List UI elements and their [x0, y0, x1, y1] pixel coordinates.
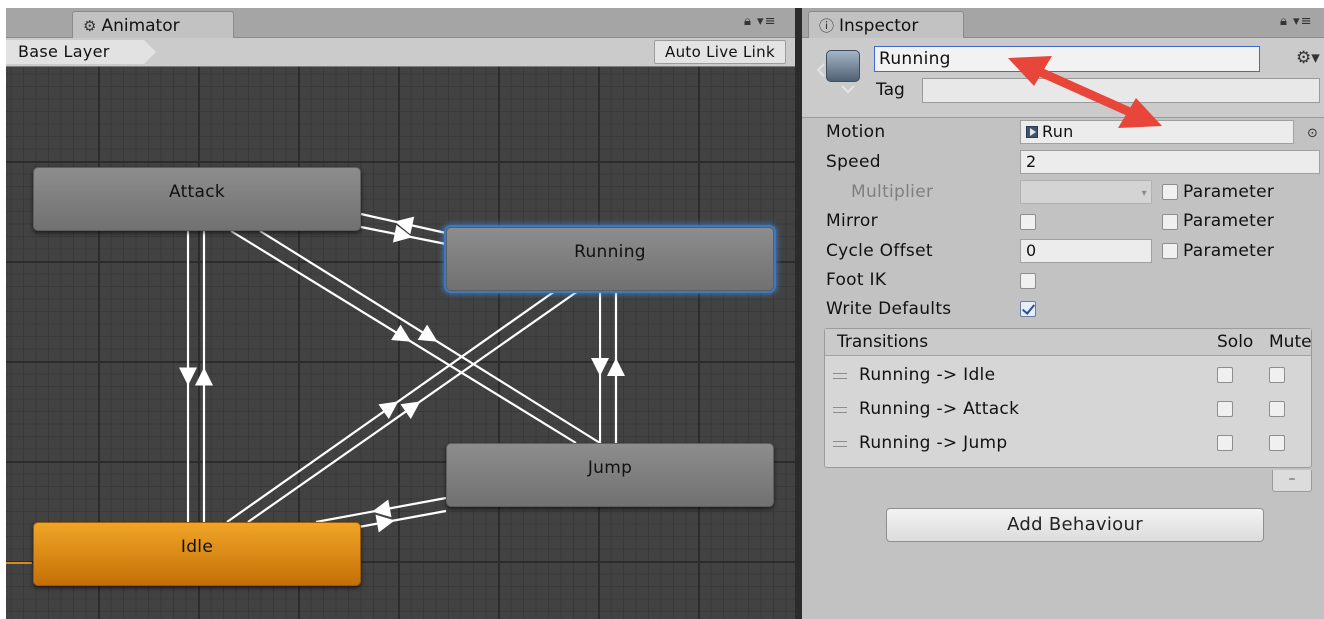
- multiplier-parameter-checkbox[interactable]: [1162, 184, 1178, 200]
- write-defaults-checkbox[interactable]: [1020, 301, 1036, 317]
- transition-arrowhead: [417, 324, 438, 342]
- inspector-tab[interactable]: ⓘ Inspector: [808, 11, 964, 39]
- animator-tab-bar: ⚙︎ Animator 🔒︎ ▾≡: [6, 8, 795, 39]
- mirror-parameter-checkbox[interactable]: [1162, 214, 1178, 230]
- inspector-tab-label: Inspector: [839, 15, 919, 36]
- transition-arrowhead: [400, 401, 421, 420]
- state-label-jump: Jump: [587, 458, 633, 478]
- transition-label: Running -> Jump: [859, 433, 1008, 453]
- remove-transition-button[interactable]: –: [1272, 470, 1312, 492]
- multiplier-dropdown: ▾: [1020, 180, 1152, 204]
- animation-clip-icon: [1026, 126, 1038, 138]
- transitions-header: Transitions Solo Mute: [825, 329, 1312, 356]
- window-divider[interactable]: [795, 8, 802, 619]
- state-machine-graph[interactable]: Attack Running Jump Idle: [6, 67, 795, 619]
- transition-arrowhead: [391, 324, 412, 342]
- info-icon: ⓘ: [819, 17, 835, 35]
- tag-input[interactable]: [922, 78, 1320, 103]
- multiplier-label: Multiplier: [851, 182, 934, 202]
- motion-label: Motion: [826, 122, 886, 142]
- animator-tab[interactable]: ⚙︎ Animator: [72, 11, 234, 39]
- speed-field[interactable]: 2: [1020, 150, 1320, 174]
- foot-ik-checkbox[interactable]: [1020, 273, 1036, 289]
- write-defaults-label: Write Defaults: [826, 299, 952, 319]
- transition-mute-checkbox[interactable]: [1269, 367, 1285, 383]
- animator-icon: ⚙︎: [83, 16, 97, 35]
- transition-label: Running -> Idle: [859, 365, 996, 385]
- transition-arrowhead: [375, 514, 395, 533]
- mirror-parameter-label: Parameter: [1183, 211, 1275, 231]
- transitions-list: Transitions Solo Mute Running -> Idle Ru…: [824, 328, 1312, 468]
- drag-handle-icon[interactable]: [833, 407, 847, 413]
- multiplier-parameter-label: Parameter: [1183, 182, 1275, 202]
- state-node-running[interactable]: Running: [446, 227, 774, 291]
- object-picker-icon[interactable]: ⊙: [1307, 126, 1318, 141]
- transition-solo-checkbox[interactable]: [1217, 401, 1233, 417]
- transition-row[interactable]: Running -> Idle: [825, 359, 1311, 393]
- solo-column-label: Solo: [1217, 332, 1254, 352]
- cycle-offset-field[interactable]: 0: [1020, 239, 1152, 263]
- transition-row[interactable]: Running -> Jump: [825, 427, 1311, 461]
- breadcrumb-base-layer[interactable]: Base Layer: [6, 40, 156, 64]
- state-label-running: Running: [574, 242, 646, 262]
- dropdown-arrow-icon: ▾: [1141, 188, 1147, 199]
- transition-mute-checkbox[interactable]: [1269, 401, 1285, 417]
- mirror-checkbox[interactable]: [1020, 214, 1036, 230]
- transition-arrowhead: [607, 358, 625, 376]
- gear-icon[interactable]: ⚙︎▾: [1296, 48, 1320, 68]
- entry-link: [6, 562, 32, 564]
- transitions-title: Transitions: [837, 332, 929, 352]
- state-label-idle: Idle: [180, 537, 214, 557]
- animator-toolbar: Base Layer Auto Live Link: [6, 38, 795, 67]
- transition-solo-checkbox[interactable]: [1217, 367, 1233, 383]
- state-node-jump[interactable]: Jump: [446, 443, 774, 507]
- state-icon-arrows: [816, 63, 855, 94]
- cycle-offset-label: Cycle Offset: [826, 241, 933, 261]
- auto-live-link-button[interactable]: Auto Live Link: [654, 40, 786, 64]
- transition-arrowhead: [179, 367, 197, 386]
- add-behaviour-button[interactable]: Add Behaviour: [886, 508, 1264, 542]
- transition-label: Running -> Attack: [859, 399, 1020, 419]
- state-header: ⚙︎▾ Tag: [802, 38, 1324, 118]
- state-name-input[interactable]: [874, 46, 1260, 72]
- transition-arrowhead: [591, 358, 609, 376]
- transition-mute-checkbox[interactable]: [1269, 435, 1285, 451]
- cycle-offset-parameter-label: Parameter: [1183, 241, 1275, 261]
- lock-menu-icon[interactable]: 🔒︎ ▾≡: [744, 14, 776, 29]
- motion-value: Run: [1042, 122, 1074, 141]
- inspector-lock-menu-icon[interactable]: 🔒︎ ▾≡: [1280, 14, 1312, 29]
- animator-tab-label: Animator: [101, 15, 180, 36]
- transition-solo-checkbox[interactable]: [1217, 435, 1233, 451]
- transition-arrowhead: [378, 401, 399, 420]
- state-node-attack[interactable]: Attack: [33, 167, 361, 231]
- mirror-label: Mirror: [826, 211, 878, 231]
- mute-column-label: Mute: [1269, 332, 1312, 352]
- drag-handle-icon[interactable]: [833, 441, 847, 447]
- state-label-attack: Attack: [168, 182, 226, 202]
- cycle-offset-parameter-checkbox[interactable]: [1162, 243, 1178, 259]
- transition-arrowhead: [372, 499, 392, 518]
- inspector-window: ⓘ Inspector 🔒︎ ▾≡ ⚙︎▾ Tag Motion Run ⊙ S…: [802, 8, 1324, 619]
- tag-label: Tag: [876, 80, 905, 100]
- inspector-tab-bar: ⓘ Inspector 🔒︎ ▾≡: [802, 8, 1324, 39]
- animator-window: ⚙︎ Animator 🔒︎ ▾≡ Base Layer Auto Live L…: [6, 8, 795, 619]
- transition-arrowhead: [195, 367, 213, 386]
- drag-handle-icon[interactable]: [833, 373, 847, 379]
- transition-row[interactable]: Running -> Attack: [825, 393, 1311, 427]
- foot-ik-label: Foot IK: [826, 270, 887, 290]
- state-node-idle[interactable]: Idle: [33, 522, 361, 586]
- motion-field[interactable]: Run: [1020, 120, 1294, 144]
- speed-label: Speed: [826, 152, 881, 172]
